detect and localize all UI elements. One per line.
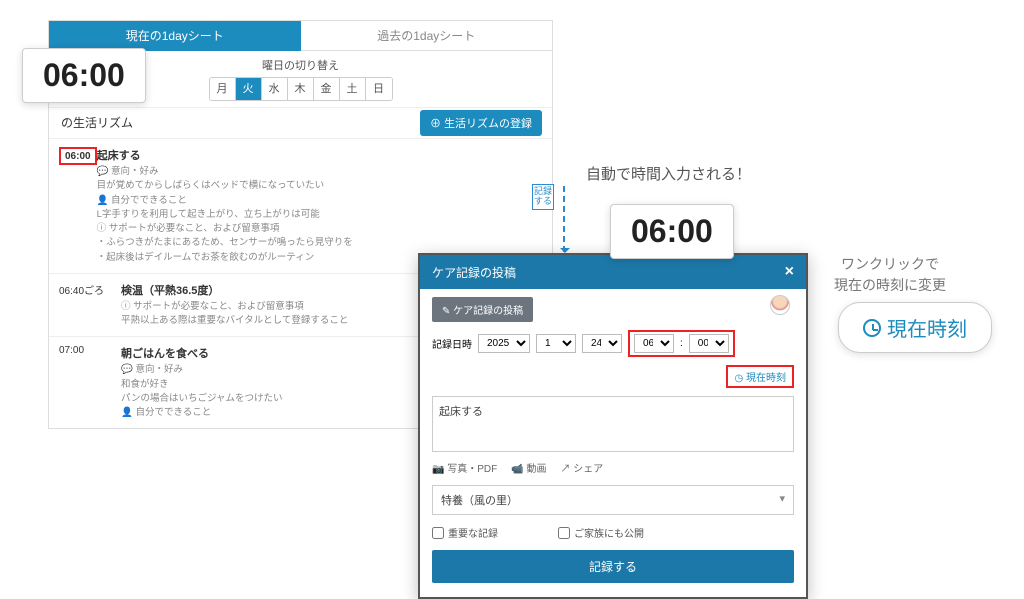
record-datetime-row: 記録日時 2025 1 24 06 : 00 <box>420 322 806 365</box>
day-wed[interactable]: 水 <box>262 78 288 100</box>
day-select[interactable]: 24 <box>582 334 622 353</box>
facility-select[interactable]: 特養（風の里） <box>432 485 794 515</box>
entry-line: 👤 自分でできること <box>97 194 542 208</box>
tab-past-sheet[interactable]: 過去の1dayシート <box>301 21 553 51</box>
entry-time-0700: 07:00 <box>59 345 121 420</box>
family-checkbox-label[interactable]: ご家族にも公開 <box>558 525 644 540</box>
annotation-line: 現在の時刻に変更 <box>834 275 946 296</box>
record-tag[interactable]: 記録する <box>532 184 554 210</box>
entry-body: 起床する 💬 意向・好み 目が覚めてからしばらくはベッドで横になっていたい 👤 … <box>97 147 542 265</box>
day-sat[interactable]: 土 <box>340 78 366 100</box>
modal-title: ケア記録の投稿 <box>432 264 516 281</box>
year-select[interactable]: 2025 <box>478 334 530 353</box>
time-callout-right: 06:00 <box>610 204 734 259</box>
close-icon[interactable]: × <box>785 263 794 281</box>
time-callout-left: 06:00 <box>22 48 146 103</box>
checkbox-text: ご家族にも公開 <box>574 525 644 540</box>
section-title: の生活リズム <box>61 116 133 130</box>
now-pill-label: 現在時刻 <box>887 313 967 342</box>
day-mon[interactable]: 月 <box>210 78 236 100</box>
register-rhythm-button[interactable]: 生活リズムの登録 <box>420 110 542 136</box>
month-select[interactable]: 1 <box>536 334 576 353</box>
entry-line: 💬 意向・好み <box>97 165 542 179</box>
day-tue[interactable]: 火 <box>236 78 262 100</box>
now-link-row: 現在時刻 <box>420 365 806 392</box>
modal-subheader: ケア記録の投稿 <box>432 297 533 322</box>
sheet-tabs: 現在の1dayシート 過去の1dayシート <box>49 21 552 51</box>
time-highlight-box: 06 : 00 <box>628 330 735 357</box>
family-checkbox[interactable] <box>558 527 570 539</box>
hour-select[interactable]: 06 <box>634 334 674 353</box>
checkbox-text: 重要な記録 <box>448 525 498 540</box>
section-header: の生活リズム 生活リズムの登録 <box>49 107 552 138</box>
day-sun[interactable]: 日 <box>366 78 392 100</box>
attach-share-button[interactable]: ↗ シェア <box>560 460 603 475</box>
now-time-link[interactable]: 現在時刻 <box>726 365 794 388</box>
day-pills: 月 火 水 木 金 土 日 <box>209 77 393 101</box>
clock-icon <box>863 319 881 337</box>
entry-line: ・ふらつきがたまにあるため、センサーが鳴ったら見守りを <box>97 236 542 250</box>
entry-title: 起床する <box>97 147 542 163</box>
annotation-line: ワンクリックで <box>834 254 946 275</box>
record-textarea[interactable]: 起床する <box>432 396 794 452</box>
annotation-one-click: ワンクリックで 現在の時刻に変更 <box>834 254 946 296</box>
entry-time-0640: 06:40ごろ <box>59 282 121 329</box>
day-thu[interactable]: 木 <box>288 78 314 100</box>
attach-row: 📷 写真・PDF 📹 動画 ↗ シェア <box>420 456 806 479</box>
time-colon: : <box>680 338 683 349</box>
now-pill: 現在時刻 <box>838 302 992 353</box>
dashed-arrow-icon <box>563 186 565 252</box>
entry-time-0600: 06:00 <box>59 147 97 165</box>
attach-photo-button[interactable]: 📷 写真・PDF <box>432 460 497 475</box>
avatar <box>770 295 790 315</box>
minute-select[interactable]: 00 <box>689 334 729 353</box>
submit-record-button[interactable]: 記録する <box>432 550 794 583</box>
entry-line: 目が覚めてからしばらくはベッドで横になっていたい <box>97 179 542 193</box>
important-checkbox-label[interactable]: 重要な記録 <box>432 525 498 540</box>
facility-value: 特養（風の里） <box>441 492 518 508</box>
attach-video-button[interactable]: 📹 動画 <box>511 460 546 475</box>
check-row: 重要な記録 ご家族にも公開 <box>420 521 806 550</box>
important-checkbox[interactable] <box>432 527 444 539</box>
entry-line: ⓘ サポートが必要なこと、および留意事項 <box>97 222 542 236</box>
date-label: 記録日時 <box>432 336 472 351</box>
care-record-modal: ケア記録の投稿 × ケア記録の投稿 記録日時 2025 1 24 06 : 00… <box>418 253 808 599</box>
day-fri[interactable]: 金 <box>314 78 340 100</box>
annotation-auto-time: 自動で時間入力される！ <box>586 163 751 184</box>
tab-current-sheet[interactable]: 現在の1dayシート <box>49 21 301 51</box>
modal-header: ケア記録の投稿 × <box>420 255 806 289</box>
entry-line: L字手すりを利用して起き上がり、立ち上がりは可能 <box>97 208 542 222</box>
